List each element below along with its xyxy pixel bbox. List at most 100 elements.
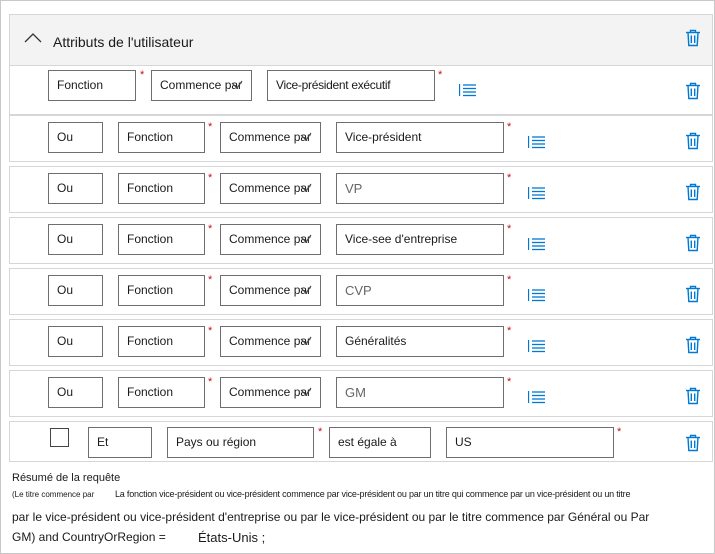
value-input[interactable]: GM	[336, 377, 504, 408]
connector-dropdown[interactable]: Ou	[48, 275, 103, 306]
operator-label: Commence par	[229, 130, 312, 144]
value-input[interactable]: CVP	[336, 275, 504, 306]
section-title: Attributs de l'utilisateur	[53, 34, 194, 50]
required-marker: *	[208, 223, 213, 235]
value-text: GM	[345, 385, 366, 400]
chevron-down-icon	[300, 336, 312, 345]
operator-dropdown[interactable]: est égale à	[329, 427, 431, 458]
trash-icon[interactable]	[685, 234, 701, 252]
required-marker: *	[507, 121, 512, 133]
trash-icon[interactable]	[685, 132, 701, 150]
field-dropdown[interactable]: Fonction	[118, 122, 205, 153]
operator-dropdown[interactable]: Commence par	[220, 173, 321, 204]
trash-icon[interactable]	[685, 183, 701, 201]
required-marker: *	[507, 172, 512, 184]
trash-icon[interactable]	[685, 29, 701, 47]
field-dropdown[interactable]: Fonction	[118, 275, 205, 306]
operator-label: Commence par	[229, 232, 312, 246]
trash-icon[interactable]	[685, 82, 701, 100]
field-dropdown[interactable]: Fonction	[48, 70, 136, 101]
required-marker: *	[208, 325, 213, 337]
required-marker: *	[507, 325, 512, 337]
connector-dropdown[interactable]: Ou	[48, 224, 103, 255]
field-dropdown[interactable]: Fonction	[118, 224, 205, 255]
condition-row: Ou Fonction * Commence par Vice-see d'entrep…	[9, 217, 713, 264]
condition-row: Ou Fonction * Commence par GM *	[9, 370, 713, 417]
required-marker: *	[140, 69, 145, 81]
field-dropdown[interactable]: Fonction	[118, 377, 205, 408]
value-input[interactable]: Vice-président exécutif	[267, 70, 435, 101]
summary-text: GM) and CountryOrRegion =	[12, 530, 166, 544]
summary-title: Résumé de la requête	[12, 472, 121, 484]
value-input[interactable]: US	[446, 427, 614, 458]
list-icon[interactable]	[528, 288, 546, 302]
value-input[interactable]: Généralités	[336, 326, 504, 357]
operator-label: est égale à	[338, 435, 397, 449]
summary-text: États-Unis ;	[198, 530, 266, 545]
required-marker: *	[507, 376, 512, 388]
field-label: Pays ou région	[176, 435, 257, 449]
chevron-down-icon	[231, 80, 243, 89]
trash-icon[interactable]	[685, 336, 701, 354]
field-label: Fonction	[127, 130, 174, 144]
list-icon[interactable]	[528, 339, 546, 353]
connector-dropdown[interactable]: Ou	[48, 122, 103, 153]
chevron-down-icon	[300, 234, 312, 243]
connector-dropdown[interactable]: Ou	[48, 173, 103, 204]
condition-row: Fonction * Commence par Vice-président e…	[9, 65, 713, 115]
value-text: Vice-président	[345, 130, 422, 144]
trash-icon[interactable]	[685, 434, 701, 452]
connector-label: Ou	[57, 283, 74, 297]
summary-text: (Le titre commence par	[12, 490, 95, 499]
field-label: Fonction	[127, 334, 174, 348]
list-icon[interactable]	[459, 83, 477, 97]
operator-dropdown[interactable]: Commence par	[220, 275, 321, 306]
chevron-down-icon	[300, 387, 312, 396]
field-dropdown[interactable]: Fonction	[118, 326, 205, 357]
list-icon[interactable]	[528, 135, 546, 149]
connector-dropdown[interactable]: Et	[88, 427, 152, 458]
operator-label: Commence par	[160, 78, 243, 92]
value-text: Vice-président exécutif	[276, 78, 391, 92]
list-icon[interactable]	[528, 237, 546, 251]
row-checkbox[interactable]	[50, 428, 69, 447]
field-dropdown[interactable]: Fonction	[118, 173, 205, 204]
field-dropdown[interactable]: Pays ou région	[167, 427, 314, 458]
field-label: Fonction	[127, 232, 174, 246]
condition-row: Ou Fonction * Commence par Vice-président *	[9, 115, 713, 162]
connector-label: Ou	[57, 334, 74, 348]
required-marker: *	[507, 274, 512, 286]
query-builder-panel: Attributs de l'utilisateur Fonction * Co…	[0, 0, 715, 554]
trash-icon[interactable]	[685, 285, 701, 303]
operator-dropdown[interactable]: Commence par	[220, 326, 321, 357]
value-input[interactable]: Vice-président	[336, 122, 504, 153]
list-icon[interactable]	[528, 390, 546, 404]
section-header[interactable]: Attributs de l'utilisateur	[9, 14, 713, 66]
operator-dropdown[interactable]: Commence par	[151, 70, 252, 101]
required-marker: *	[208, 172, 213, 184]
connector-dropdown[interactable]: Ou	[48, 377, 103, 408]
operator-dropdown[interactable]: Commence par	[220, 122, 321, 153]
required-marker: *	[507, 223, 512, 235]
condition-row: Et Pays ou région * est égale à US *	[9, 421, 713, 462]
connector-dropdown[interactable]: Ou	[48, 326, 103, 357]
field-label: Fonction	[127, 181, 174, 195]
list-icon[interactable]	[528, 186, 546, 200]
chevron-down-icon	[300, 132, 312, 141]
summary-text: La fonction vice-président ou vice-prési…	[115, 489, 631, 499]
required-marker: *	[318, 426, 323, 438]
operator-label: Commence par	[229, 283, 312, 297]
value-text: CVP	[345, 283, 372, 298]
connector-label: Ou	[57, 385, 74, 399]
required-marker: *	[208, 121, 213, 133]
field-label: Fonction	[127, 385, 174, 399]
operator-dropdown[interactable]: Commence par	[220, 224, 321, 255]
chevron-up-icon[interactable]	[24, 29, 42, 47]
required-marker: *	[617, 426, 622, 438]
trash-icon[interactable]	[685, 387, 701, 405]
field-label: Fonction	[57, 78, 104, 92]
value-input[interactable]: Vice-see d'entreprise	[336, 224, 504, 255]
value-input[interactable]: VP	[336, 173, 504, 204]
connector-label: Et	[97, 435, 109, 449]
operator-dropdown[interactable]: Commence par	[220, 377, 321, 408]
